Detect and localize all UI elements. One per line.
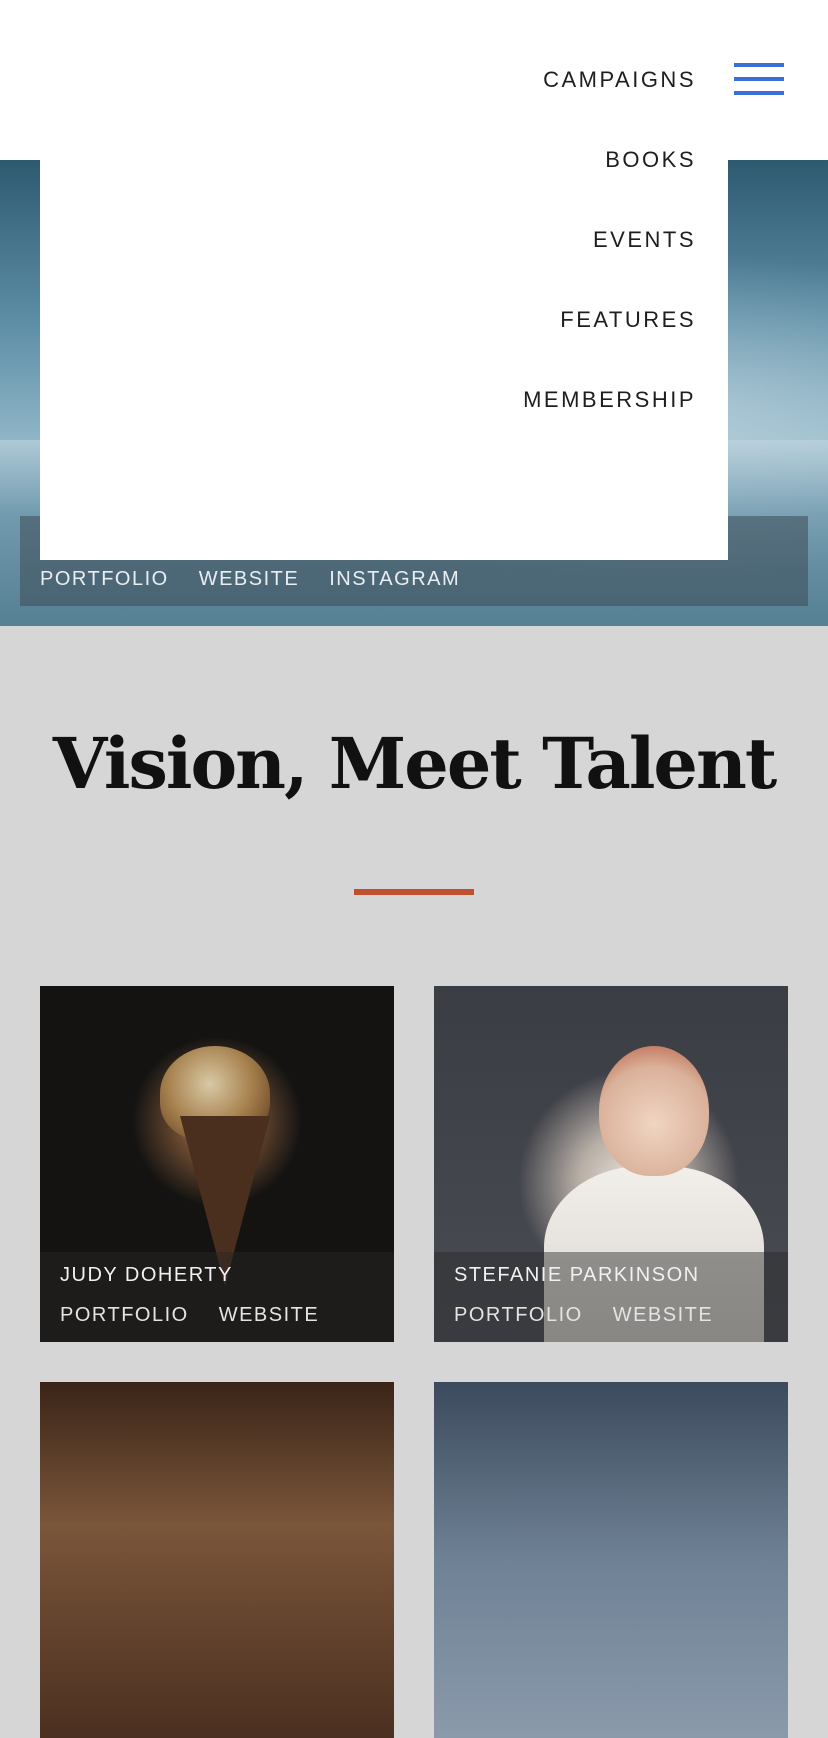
portfolio-link[interactable]: PORTFOLIO — [60, 1304, 189, 1327]
menu-item-books[interactable]: BOOKS — [605, 147, 696, 173]
menu-item-features[interactable]: FEATURES — [560, 307, 696, 333]
section-headline: Vision, Meet Talent — [52, 722, 777, 805]
artist-card-3[interactable] — [40, 1382, 394, 1738]
hamburger-line — [734, 91, 784, 95]
hamburger-line — [734, 63, 784, 67]
hero-instagram-link[interactable]: INSTAGRAM — [329, 568, 460, 591]
artist-card-4[interactable] — [434, 1382, 788, 1738]
website-link[interactable]: WEBSITE — [613, 1304, 714, 1327]
artist-card-stefanie-parkinson[interactable]: STEFANIE PARKINSON PORTFOLIO WEBSITE — [434, 986, 788, 1342]
portrait-head-image — [599, 1046, 709, 1176]
menu-item-membership[interactable]: MEMBERSHIP — [523, 387, 696, 413]
menu-item-events[interactable]: EVENTS — [593, 227, 696, 253]
website-link[interactable]: WEBSITE — [219, 1304, 320, 1327]
hero-website-link[interactable]: WEBSITE — [199, 568, 300, 591]
accent-divider — [354, 889, 474, 895]
hero-portfolio-link[interactable]: PORTFOLIO — [40, 568, 169, 591]
hamburger-menu-icon[interactable] — [734, 63, 784, 97]
artist-card-judy-doherty[interactable]: JUDY DOHERTY PORTFOLIO WEBSITE — [40, 986, 394, 1342]
card-links: PORTFOLIO WEBSITE — [60, 1304, 319, 1327]
artist-name: STEFANIE PARKINSON — [454, 1264, 700, 1286]
hero-links: PORTFOLIO WEBSITE INSTAGRAM — [40, 568, 460, 591]
hamburger-line — [734, 77, 784, 81]
card-links: PORTFOLIO WEBSITE — [454, 1304, 713, 1327]
portfolio-link[interactable]: PORTFOLIO — [454, 1304, 583, 1327]
menu-item-campaigns[interactable]: CAMPAIGNS — [543, 67, 696, 93]
artist-name: JUDY DOHERTY — [60, 1264, 233, 1286]
